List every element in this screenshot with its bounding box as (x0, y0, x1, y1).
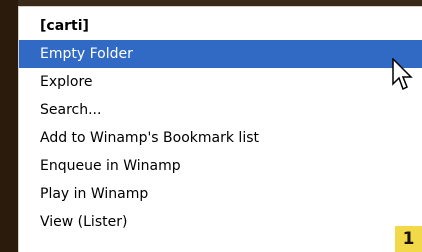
menu-item-play-in-winamp[interactable]: Play in Winamp (19, 180, 422, 208)
mouse-pointer-icon (392, 58, 413, 91)
menu-item-view-lister[interactable]: View (Lister) (19, 208, 422, 236)
menu-item-explore[interactable]: Explore (19, 68, 422, 96)
screenshot-page: [carti] Empty Folder Explore Search... A… (0, 0, 422, 252)
menu-item-empty-folder[interactable]: Empty Folder (19, 40, 422, 68)
menu-item-enqueue-in-winamp[interactable]: Enqueue in Winamp (19, 152, 422, 180)
step-number-badge: 1 (395, 226, 422, 252)
menu-item-add-to-winamp-bookmarks[interactable]: Add to Winamp's Bookmark list (19, 124, 422, 152)
background-left (0, 0, 18, 252)
menu-item-search[interactable]: Search... (19, 96, 422, 124)
context-menu: [carti] Empty Folder Explore Search... A… (18, 6, 422, 252)
menu-header-folder-name: [carti] (40, 18, 89, 34)
